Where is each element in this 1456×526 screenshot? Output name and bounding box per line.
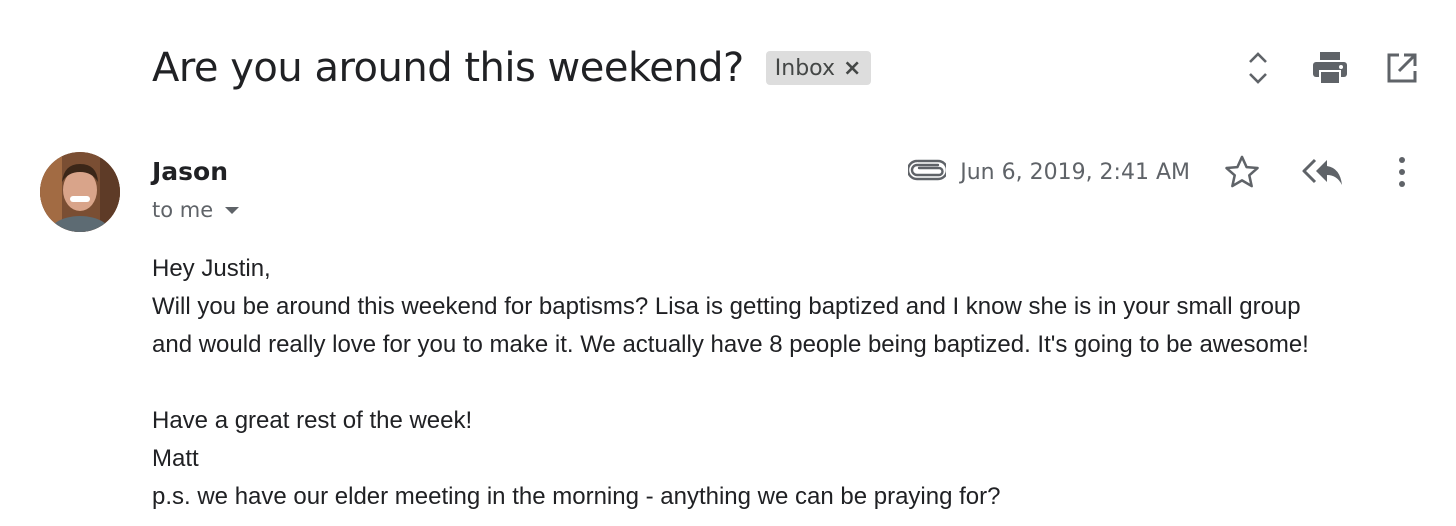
message-date: Jun 6, 2019, 2:41 AM [960,159,1190,185]
attachment-icon [907,159,949,186]
body-line-1: Will you be around this weekend for bapt… [152,293,1301,320]
recipient-text: to me [152,198,214,222]
subject-row: Are you around this weekend? Inbox × [152,38,872,98]
chevron-down-icon[interactable] [225,206,240,214]
thread-actions [1208,46,1424,90]
expand-collapse-icon[interactable] [1236,46,1280,90]
body-greeting: Hey Justin, [152,255,271,282]
body-signature: Matt [152,445,199,472]
sender-name[interactable]: Jason [152,157,228,186]
label-chip-text: Inbox [774,55,835,81]
recipient-line[interactable]: to me [152,198,240,222]
body-closing: Have a great rest of the week! [152,407,473,434]
sender-avatar[interactable] [40,152,120,232]
inbox-label-chip[interactable]: Inbox × [765,51,872,85]
remove-label-icon[interactable]: × [843,56,861,81]
message-actions: Jun 6, 2019, 2:41 AM [907,148,1424,196]
body-line-2: and would really love for you to make it… [152,331,1309,358]
email-thread-view: Are you around this weekend? Inbox × Jas… [0,0,1456,526]
star-icon[interactable] [1220,150,1264,194]
body-ps: p.s. we have our elder meeting in the mo… [152,483,1001,510]
thread-subject: Are you around this weekend? [152,45,744,91]
print-icon[interactable] [1308,46,1352,90]
more-vert-icon[interactable] [1380,150,1424,194]
message-body: Hey Justin, Will you be around this week… [152,250,1432,516]
open-in-new-window-icon[interactable] [1380,46,1424,90]
reply-all-icon[interactable] [1300,150,1344,194]
